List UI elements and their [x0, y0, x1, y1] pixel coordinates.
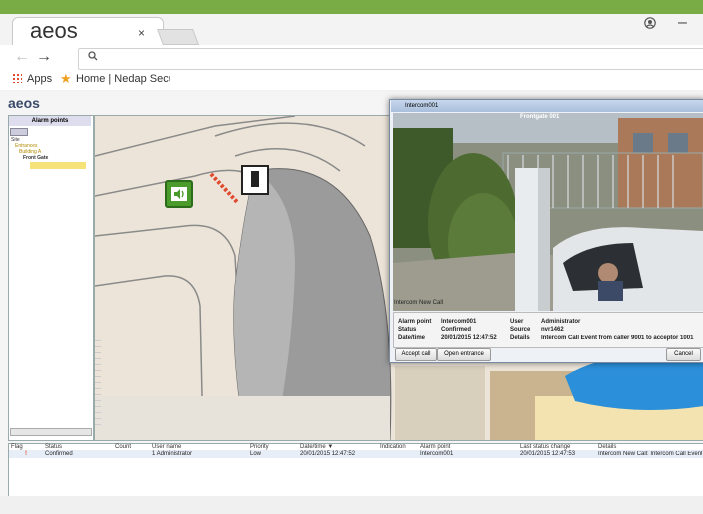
- field-label: Date/time: [398, 335, 426, 341]
- apps-grid-icon[interactable]: [12, 73, 22, 83]
- table-cell: Low: [250, 451, 262, 457]
- field-label: User: [510, 319, 524, 325]
- intercom-speaker-icon[interactable]: [165, 180, 193, 208]
- bookmark-apps[interactable]: Apps: [27, 73, 52, 85]
- aeos-logo: aeos: [8, 95, 40, 111]
- back-arrow-icon[interactable]: ←: [14, 48, 30, 66]
- zoom-slider[interactable]: [95, 340, 101, 425]
- search-icon: [88, 50, 98, 64]
- tree-item-selected[interactable]: [30, 162, 86, 169]
- barrier-gate-icon[interactable]: [209, 172, 241, 204]
- field-label: Alarm point: [398, 319, 432, 325]
- table-cell: Confirmed: [45, 451, 73, 457]
- camera-label: Frontgate 001: [520, 114, 560, 120]
- panel-title: Alarm points: [9, 116, 91, 126]
- bookmark-nedap[interactable]: Home | Nedap Securi: [76, 73, 170, 85]
- cancel-button[interactable]: Cancel: [666, 348, 701, 361]
- table-cell: 20/01/2015 12:47:53: [520, 451, 576, 457]
- table-cell: 1 Administrator: [152, 451, 193, 457]
- field-label: Details: [510, 335, 530, 341]
- tab-title: aeos: [30, 18, 78, 43]
- status-bar: [0, 496, 703, 514]
- accept-call-button[interactable]: Accept call: [395, 348, 437, 361]
- field-label: Status: [398, 327, 417, 333]
- door-icon[interactable]: [241, 165, 269, 195]
- open-entrance-button[interactable]: Open entrance: [437, 348, 491, 361]
- minimize-button[interactable]: –: [678, 14, 687, 32]
- dialog-title: Intercom001: [391, 100, 703, 112]
- bookmark-star-icon: ★: [60, 71, 72, 86]
- field-value: Administrator: [541, 319, 581, 325]
- table-cell: Intercom001: [420, 451, 454, 457]
- account-icon[interactable]: [644, 17, 656, 32]
- table-cell: 20/01/2015 12:47:52: [300, 451, 356, 457]
- table-cell: Intercom New Call: Intercom Call Event f…: [598, 451, 702, 457]
- horizontal-scrollbar[interactable]: [10, 428, 92, 436]
- new-tab-button[interactable]: [157, 29, 199, 45]
- field-value: 20/01/2015 12:47:52: [441, 335, 497, 341]
- dialog-section-title: Intercom New Call: [394, 300, 444, 306]
- tree-toolbar[interactable]: [10, 128, 28, 136]
- tab-close-icon[interactable]: ×: [138, 26, 145, 40]
- address-bar[interactable]: [78, 48, 703, 70]
- camera-feed: [393, 113, 703, 311]
- forward-arrow-icon[interactable]: →: [36, 48, 52, 66]
- field-value: nvr1462: [541, 327, 564, 333]
- field-label: Source: [510, 327, 531, 333]
- field-value: Intercom Call Event from caller 9001 to …: [541, 335, 694, 341]
- window-top-strip: [0, 0, 703, 14]
- table-cell: !: [25, 451, 27, 457]
- field-value: Confirmed: [441, 327, 471, 333]
- field-value: Intercom001: [441, 319, 477, 325]
- tree-item[interactable]: Front Gate: [23, 155, 48, 161]
